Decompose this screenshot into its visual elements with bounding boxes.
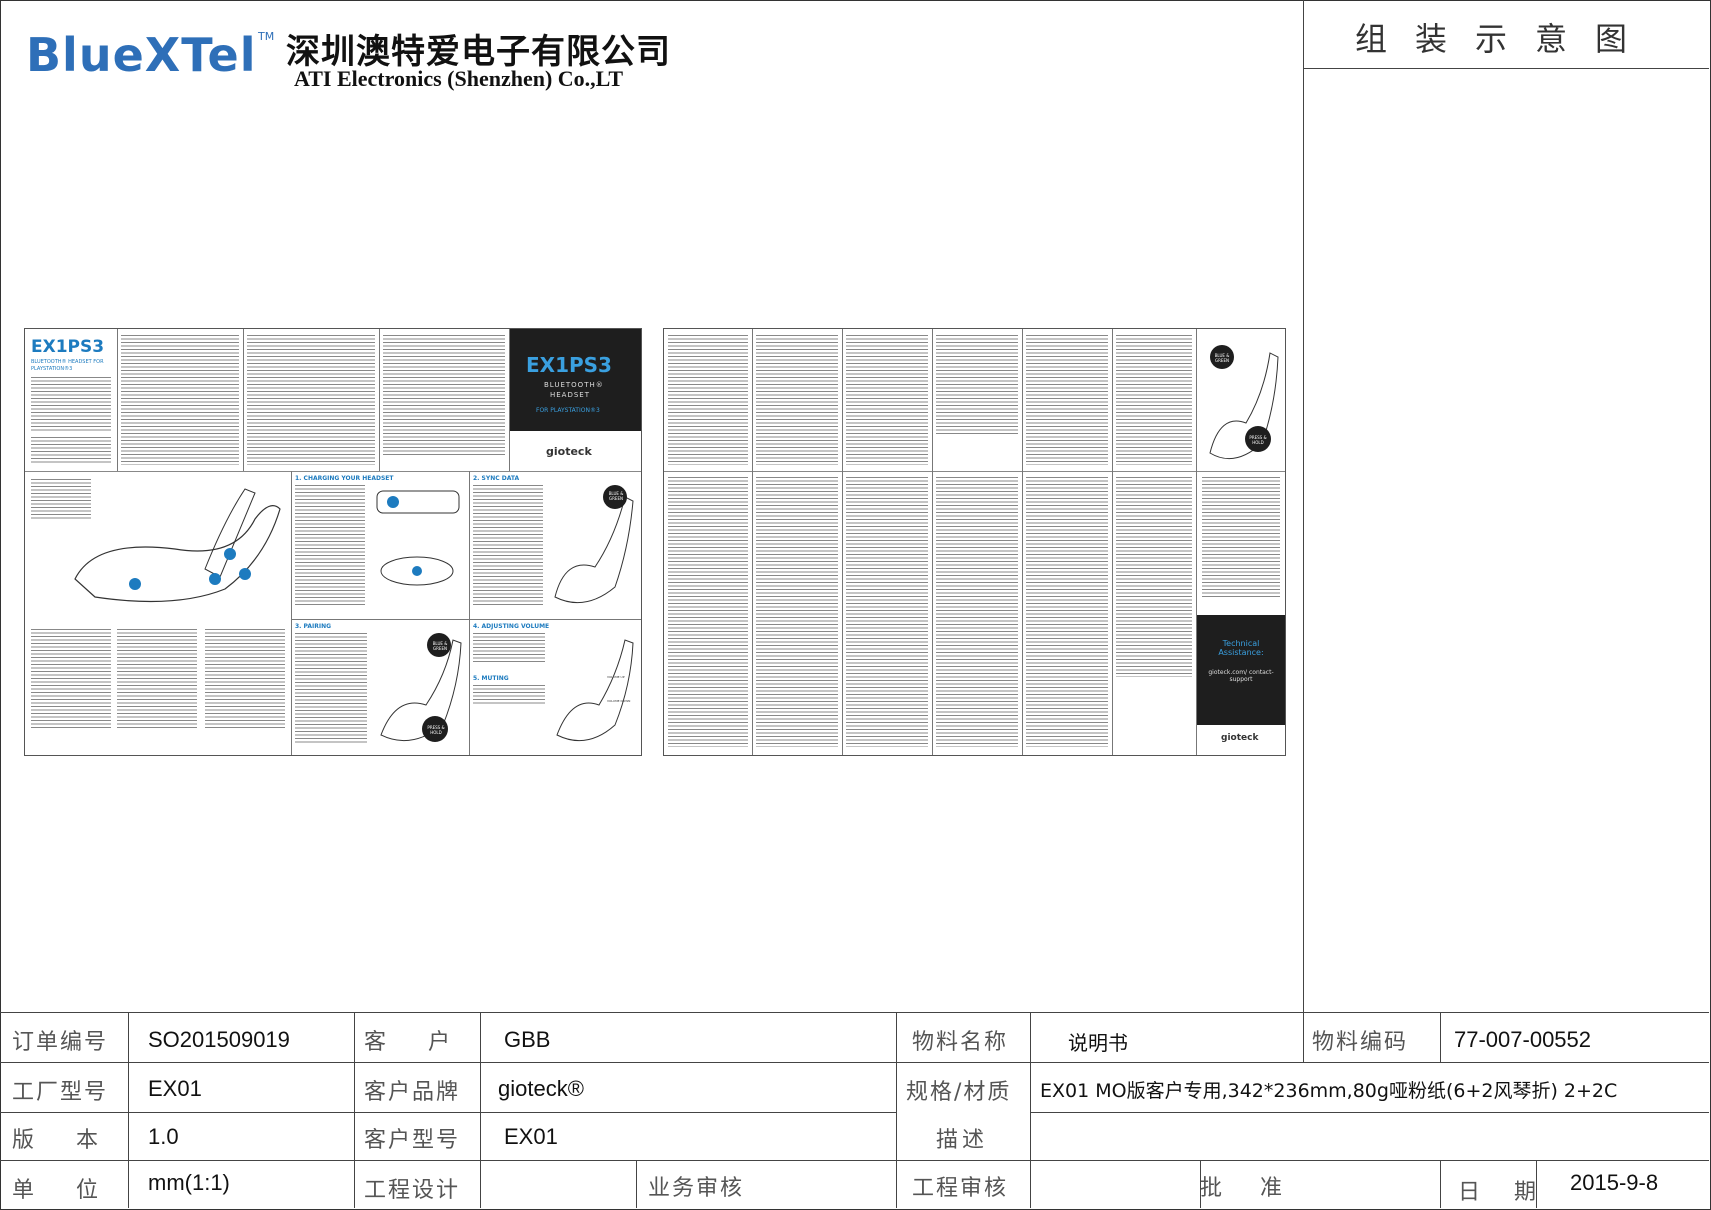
unit-label: 单 位 [12,1178,109,1203]
customer-label: 客 户 [364,1030,461,1055]
leaflet-right: BLUE & GREEN PRESS & HOLD Technical Assi… [663,328,1286,756]
date-label: 日 期 [1458,1180,1543,1205]
blue-green-badge-2: BLUE & GREEN [432,641,448,651]
spec-label-1: 规格/材质 [906,1080,1012,1105]
tech-support-panel: Technical Assistance: gioteck.com/ conta… [1197,615,1285,755]
volume-headset-drawing [556,639,634,742]
customer-model-value: EX01 [504,1124,558,1149]
title-block-divider [1303,0,1304,1012]
section-muting: 5. MUTING [473,675,509,682]
section-sync: 2. SYNC DATA [473,475,520,482]
cover-sub-3: FOR PLAYSTATION®3 [536,407,600,414]
factory-model-value: EX01 [148,1076,202,1101]
date-value: 2015-9-8 [1570,1170,1659,1195]
drawing-title: 组装示意图 [1354,20,1655,58]
spec-label-2: 描述 [936,1128,989,1153]
blue-green-badge-right: BLUE & GREEN [1214,353,1230,363]
press-hold-badge-right: PRESS & HOLD [1249,435,1267,445]
biz-review-label: 业务审核 [648,1176,745,1201]
tech-assistance-title: Technical Assistance: [1218,639,1264,657]
eng-design-label: 工程设计 [364,1178,461,1203]
leaflet-left: EX1PS3 BLUETOOTH® HEADSET FOR PLAYSTATIO… [24,328,642,756]
version-label: 版 本 [12,1128,109,1153]
customer-brand-value: gioteck® [498,1076,584,1101]
factory-model-label: 工厂型号 [12,1080,109,1105]
approve-label: 批 准 [1200,1176,1291,1201]
back-brand: gioteck [1221,733,1259,743]
section-pairing: 3. PAIRING [295,623,332,630]
model-title: EX1PS3 [31,337,105,357]
pairing-headset-drawing [380,633,462,742]
version-value: 1.0 [148,1124,179,1149]
eng-review-label: 工程审核 [912,1176,1009,1201]
cover-model: EX1PS3 [526,353,612,377]
material-code-value: 77-007-00552 [1454,1027,1592,1052]
model-subtitle: BLUETOOTH® HEADSET FOR PLAYSTATION®3 [31,359,104,372]
press-hold-badge: PRESS & HOLD [427,725,445,735]
logo-trademark: TM [258,30,275,43]
blue-green-badge: BLUE & GREEN [608,491,624,501]
material-code-label: 物料编码 [1312,1030,1409,1055]
bluextel-logo: BlueXTel [26,28,257,82]
order-no-value: SO201509019 [148,1027,290,1052]
order-no-label: 订单编号 [12,1030,109,1055]
unit-value: mm(1:1) [148,1170,230,1195]
spec-value: EX01 MO版客户专用,342*236mm,80g哑粉纸(6+2风琴折) 2+… [1040,1080,1618,1102]
tech-support-url: gioteck.com/ contact-support [1208,669,1274,683]
section-volume: 4. ADJUSTING VOLUME [473,623,550,630]
volume-up-label: VOLUME UP [607,675,625,679]
charging-drawing [376,490,460,586]
company-name-en: ATI Electronics (Shenzhen) Co.,LT [294,66,624,91]
cover-panel: EX1PS3 BLUETOOTH® HEADSET FOR PLAYSTATIO… [510,329,641,471]
cover-sub-2: HEADSET [550,391,591,399]
customer-model-label: 客户型号 [364,1128,461,1153]
title-underline [1303,68,1709,69]
material-name-value: 说明书 [1068,1031,1128,1055]
volume-down-label: VOLUME DOWN [607,699,631,703]
fold-line-horizontal-2 [664,471,1285,472]
fold-line-horizontal [25,471,641,472]
cover-brand: gioteck [546,445,592,458]
cover-sub-1: BLUETOOTH® [544,381,604,389]
material-name-label: 物料名称 [912,1030,1009,1055]
customer-value: GBB [504,1027,551,1052]
customer-brand-label: 客户品牌 [364,1080,461,1105]
